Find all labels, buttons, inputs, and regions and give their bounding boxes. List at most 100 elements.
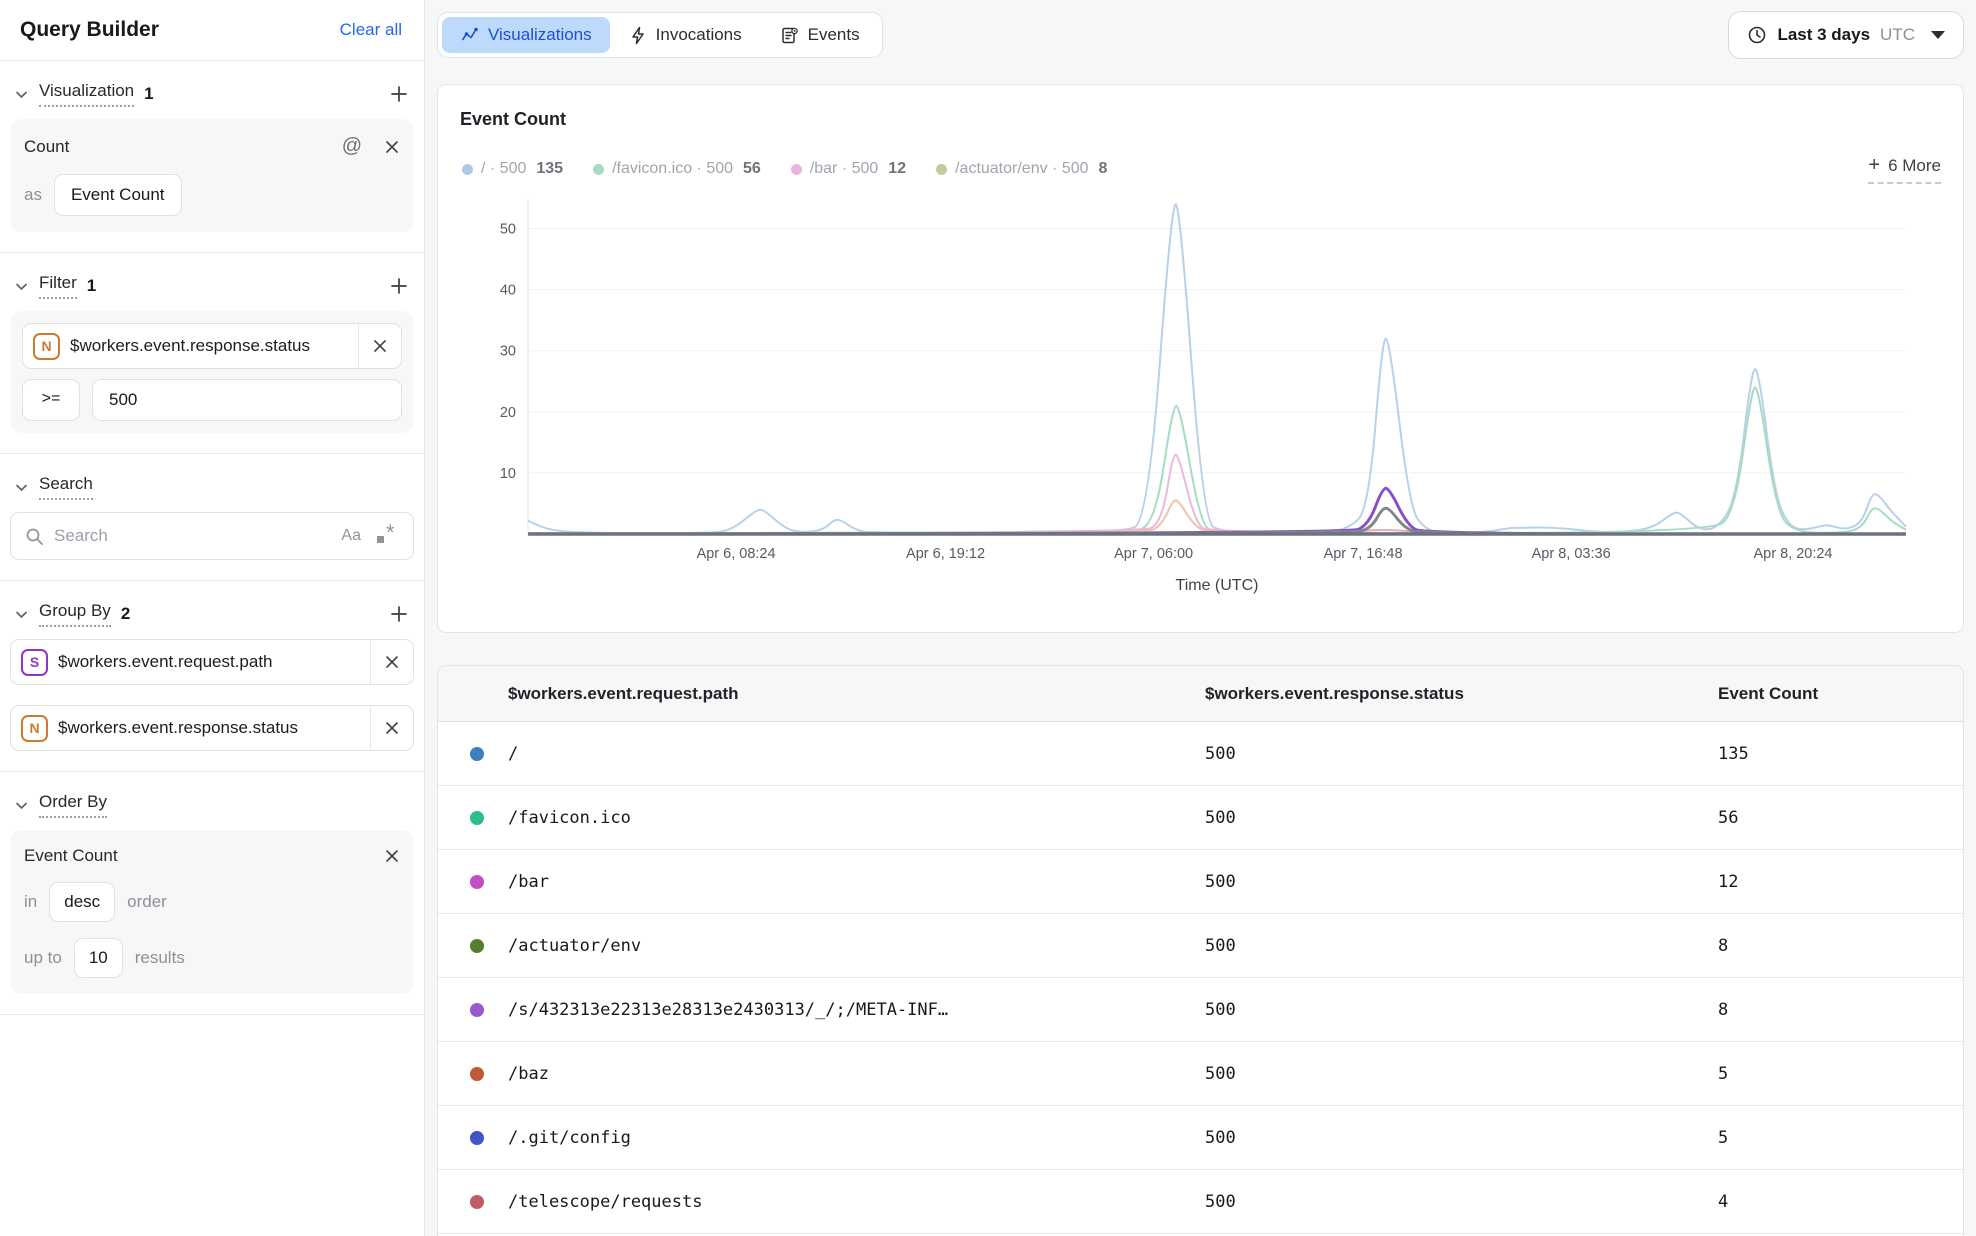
chevron-down-icon[interactable] bbox=[14, 87, 29, 102]
cell-path: / bbox=[508, 744, 518, 764]
filter-card: N $workers.event.response.status >= 500 bbox=[10, 311, 414, 433]
cell-status: 500 bbox=[1205, 1064, 1718, 1084]
legend-more-label: 6 More bbox=[1888, 156, 1941, 176]
filter-operator-select[interactable]: >= bbox=[22, 379, 80, 421]
search-input[interactable] bbox=[54, 526, 327, 546]
cell-count: 5 bbox=[1718, 1128, 1963, 1148]
cell-count: 8 bbox=[1718, 1000, 1963, 1020]
svg-text:Apr 6, 19:12: Apr 6, 19:12 bbox=[906, 546, 985, 562]
filter-field[interactable]: N $workers.event.response.status bbox=[22, 323, 402, 369]
match-case-icon[interactable]: Aa bbox=[341, 527, 361, 545]
main-content: Visualizations Invocations Events bbox=[425, 0, 1976, 1236]
tab-visualizations[interactable]: Visualizations bbox=[442, 17, 610, 53]
table-row[interactable]: /bar 500 12 bbox=[438, 850, 1963, 914]
at-icon[interactable]: @ bbox=[342, 135, 362, 158]
string-type-badge: S bbox=[21, 649, 48, 676]
order-by-card: Event Count in desc order up to 10 resul… bbox=[10, 830, 414, 994]
cell-path: /baz bbox=[508, 1064, 549, 1084]
table-row[interactable]: / 500 135 bbox=[438, 722, 1963, 786]
tab-label: Events bbox=[808, 25, 860, 45]
as-label: as bbox=[24, 185, 42, 205]
legend-item[interactable]: / · 500 135 bbox=[462, 160, 563, 178]
svg-text:Apr 8, 03:36: Apr 8, 03:36 bbox=[1532, 546, 1611, 562]
chevron-down-icon[interactable] bbox=[14, 279, 29, 294]
group-by-field-name: $workers.event.request.path bbox=[58, 652, 273, 672]
series-color-dot bbox=[593, 164, 604, 175]
svg-text:Time (UTC): Time (UTC) bbox=[1176, 577, 1259, 594]
table-row[interactable]: /telescope/requests 500 4 bbox=[438, 1170, 1963, 1234]
visualization-card: Count @ as Event Count bbox=[10, 119, 414, 232]
cell-path: /.git/config bbox=[508, 1128, 631, 1148]
legend-item[interactable]: /favicon.ico · 500 56 bbox=[593, 160, 761, 178]
chart-line-icon bbox=[460, 26, 479, 45]
chevron-down-icon[interactable] bbox=[14, 607, 29, 622]
number-type-badge: N bbox=[21, 715, 48, 742]
event-count-chart: 1020304050Apr 6, 08:24Apr 6, 19:12Apr 7,… bbox=[460, 190, 1946, 594]
direction-select[interactable]: desc bbox=[49, 882, 115, 922]
remove-order-by-button[interactable] bbox=[384, 848, 400, 864]
filter-count: 1 bbox=[87, 276, 96, 296]
order-by-section: Order By Event Count in desc order up to… bbox=[0, 772, 424, 1014]
filter-field-name: $workers.event.response.status bbox=[70, 336, 310, 356]
group-by-field[interactable]: N $workers.event.response.status bbox=[10, 705, 414, 751]
remove-group-by-button[interactable] bbox=[370, 640, 413, 684]
filter-section: Filter 1 N $workers.event.response.statu… bbox=[0, 253, 424, 453]
legend-more-button[interactable]: + 6 More bbox=[1868, 154, 1941, 184]
filter-value-input[interactable]: 500 bbox=[92, 379, 402, 421]
alias-input[interactable]: Event Count bbox=[54, 174, 182, 216]
table-row[interactable]: /favicon.ico 500 56 bbox=[438, 786, 1963, 850]
cell-path: /favicon.ico bbox=[508, 808, 631, 828]
series-color-dot bbox=[470, 939, 484, 953]
table-row[interactable]: /actuator/env 500 8 bbox=[438, 914, 1963, 978]
clock-icon bbox=[1747, 25, 1767, 45]
cell-count: 12 bbox=[1718, 872, 1963, 892]
group-by-field[interactable]: S $workers.event.request.path bbox=[10, 639, 414, 685]
svg-text:Apr 7, 06:00: Apr 7, 06:00 bbox=[1114, 546, 1193, 562]
divider bbox=[0, 1014, 424, 1015]
number-type-badge: N bbox=[33, 333, 60, 360]
view-tabs: Visualizations Invocations Events bbox=[437, 12, 883, 58]
table-row[interactable]: /baz 500 5 bbox=[438, 1042, 1963, 1106]
table-body: / 500 135 /favicon.ico 500 56 /bar 500 1… bbox=[438, 722, 1963, 1234]
remove-filter-button[interactable] bbox=[358, 324, 401, 368]
add-group-by-button[interactable] bbox=[388, 603, 410, 625]
visualization-section-label: Visualization bbox=[39, 81, 134, 107]
remove-visualization-button[interactable] bbox=[384, 139, 400, 155]
limit-input[interactable]: 10 bbox=[74, 938, 123, 978]
svg-text:30: 30 bbox=[500, 344, 516, 360]
chevron-down-icon[interactable] bbox=[14, 480, 29, 495]
series-color-dot bbox=[470, 811, 484, 825]
svg-text:50: 50 bbox=[500, 222, 516, 238]
cell-status: 500 bbox=[1205, 936, 1718, 956]
time-range-picker[interactable]: Last 3 days UTC bbox=[1728, 11, 1964, 59]
clear-all-button[interactable]: Clear all bbox=[340, 20, 402, 40]
cell-status: 500 bbox=[1205, 1128, 1718, 1148]
table-row[interactable]: /.git/config 500 5 bbox=[438, 1106, 1963, 1170]
tab-label: Visualizations bbox=[488, 25, 592, 45]
column-header-count: Event Count bbox=[1718, 684, 1963, 704]
remove-group-by-button[interactable] bbox=[370, 706, 413, 750]
regex-icon[interactable]: * bbox=[377, 526, 399, 546]
cell-count: 56 bbox=[1718, 808, 1963, 828]
cell-status: 500 bbox=[1205, 808, 1718, 828]
series-color-dot bbox=[470, 1131, 484, 1145]
series-color-dot bbox=[462, 164, 473, 175]
order-by-field: Event Count bbox=[24, 846, 118, 866]
legend-item[interactable]: /bar · 500 12 bbox=[791, 160, 906, 178]
group-by-section: Group By 2 S $workers.event.request.path… bbox=[0, 581, 424, 771]
svg-text:Apr 8, 20:24: Apr 8, 20:24 bbox=[1754, 546, 1833, 562]
tab-events[interactable]: Events bbox=[762, 17, 878, 53]
series-color-dot bbox=[470, 1003, 484, 1017]
toolbar: Visualizations Invocations Events bbox=[437, 0, 1964, 62]
filter-section-label: Filter bbox=[39, 273, 77, 299]
table-row[interactable]: /s/432313e22313e28313e2430313/_/;/META-I… bbox=[438, 978, 1963, 1042]
cell-status: 500 bbox=[1205, 1000, 1718, 1020]
add-visualization-button[interactable] bbox=[388, 83, 410, 105]
cell-path: /telescope/requests bbox=[508, 1192, 702, 1212]
cell-count: 135 bbox=[1718, 744, 1963, 764]
lightning-icon bbox=[630, 26, 647, 45]
legend-item[interactable]: /actuator/env · 500 8 bbox=[936, 160, 1107, 178]
tab-invocations[interactable]: Invocations bbox=[612, 17, 760, 53]
add-filter-button[interactable] bbox=[388, 275, 410, 297]
chevron-down-icon[interactable] bbox=[14, 798, 29, 813]
